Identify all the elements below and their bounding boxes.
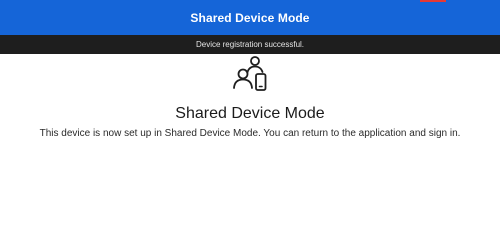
status-indicator bbox=[420, 0, 446, 2]
toast-message: Device registration successful. bbox=[195, 40, 305, 49]
header-title: Shared Device Mode bbox=[190, 10, 310, 25]
shared-device-users-icon bbox=[228, 55, 272, 93]
app-header: Shared Device Mode bbox=[0, 0, 500, 35]
description-text: This device is now set up in Shared Devi… bbox=[39, 128, 461, 139]
toast-notification: Device registration successful. bbox=[0, 35, 500, 54]
page-title: Shared Device Mode bbox=[175, 105, 325, 122]
